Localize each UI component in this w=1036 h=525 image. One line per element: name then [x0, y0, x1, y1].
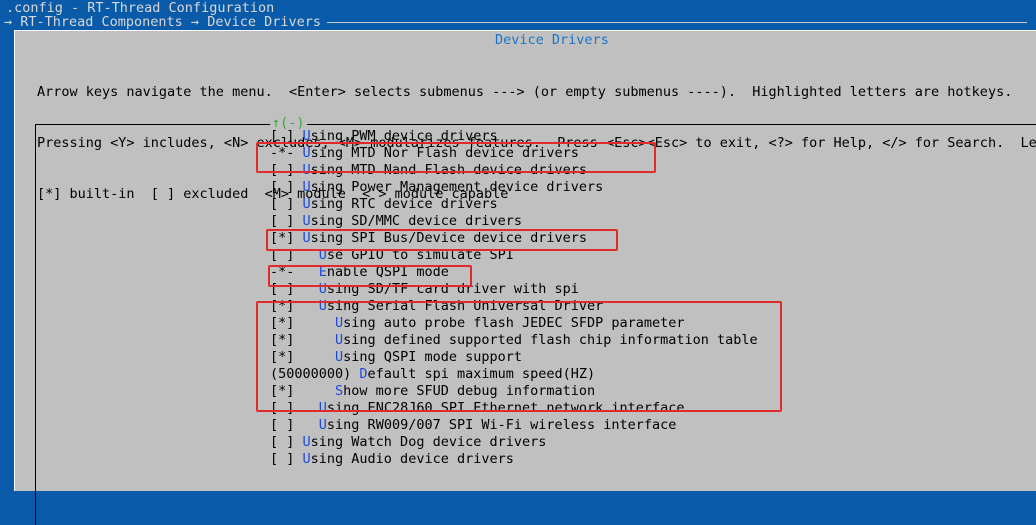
panel-title: Device Drivers: [489, 32, 615, 49]
menu-item[interactable]: -*- Enable QSPI mode: [270, 264, 758, 281]
menu-item-label: sing RW009/007 SPI Wi-Fi wireless interf…: [326, 417, 677, 433]
menu-item-label: se GPIO to simulate SPI: [326, 247, 514, 263]
menu-item-state[interactable]: [*]: [270, 383, 335, 400]
menu-item-state[interactable]: [*]: [270, 332, 335, 349]
menu-item-label: sing PWM device drivers: [310, 128, 498, 144]
menu-item-hotkey: U: [318, 247, 327, 263]
menu-item[interactable]: [ ] Using SD/TF card driver with spi: [270, 281, 758, 298]
menu-item-label: sing SD/TF card driver with spi: [326, 281, 579, 297]
menu-item-state[interactable]: [ ]: [270, 400, 319, 417]
menu-item-hotkey: U: [335, 349, 344, 365]
menu-item-label: how more SFUD debug information: [343, 383, 596, 399]
menu-item-state[interactable]: [*]: [270, 298, 319, 315]
menu-item-hotkey: U: [302, 230, 311, 246]
menu-item-state[interactable]: [ ]: [270, 247, 319, 264]
menu-item-label: sing Audio device drivers: [310, 451, 514, 467]
menu-item-label: sing ENC28J60 SPI Ethernet network inter…: [326, 400, 685, 416]
menu-item[interactable]: [*] Show more SFUD debug information: [270, 383, 758, 400]
menu-item-label: sing SD/MMC device drivers: [310, 213, 522, 229]
menu-item-hotkey: U: [302, 451, 311, 467]
menu-item-hotkey: U: [318, 400, 327, 416]
menu-item-label: sing SPI Bus/Device device drivers: [310, 230, 587, 246]
menu-item-state[interactable]: [ ]: [270, 162, 303, 179]
menu-item-state[interactable]: [ ]: [270, 179, 303, 196]
menu-item-label: efault spi maximum speed(HZ): [367, 366, 596, 382]
menu-item[interactable]: [*] Using defined supported flash chip i…: [270, 332, 758, 349]
menu-item[interactable]: [ ] Using SD/MMC device drivers: [270, 213, 758, 230]
menu-item-label: sing Watch Dog device drivers: [310, 434, 547, 450]
menu-item-state[interactable]: [ ]: [270, 417, 319, 434]
menu-item-state[interactable]: [ ]: [270, 196, 303, 213]
menu-item[interactable]: [*] Using auto probe flash JEDEC SFDP pa…: [270, 315, 758, 332]
menu-item-hotkey: U: [318, 281, 327, 297]
menu-list: [ ] Using PWM device drivers -*- Using MT…: [270, 128, 758, 468]
menu-item-hotkey: U: [302, 213, 311, 229]
breadcrumb-rule: [326, 21, 1027, 23]
menu-item-state[interactable]: [ ]: [270, 281, 319, 298]
menu-item-label: sing MTD Nand Flash device drivers: [310, 162, 587, 178]
menu-item-hotkey: U: [318, 417, 327, 433]
menu-item[interactable]: [ ] Using RTC device drivers: [270, 196, 758, 213]
menu-item-hotkey: U: [335, 315, 344, 331]
menu-item-state[interactable]: (50000000): [270, 366, 359, 383]
menu-item-state[interactable]: [ ]: [270, 128, 303, 145]
menu-item[interactable]: [ ] Using Power Management device driver…: [270, 179, 758, 196]
menu-box: ↑(-) [ ] Using PWM device drivers -*- Usi…: [35, 115, 1036, 525]
menu-item-state[interactable]: [ ]: [270, 213, 303, 230]
menu-item[interactable]: [ ] Using MTD Nand Flash device drivers: [270, 162, 758, 179]
menu-item-hotkey: U: [302, 145, 311, 161]
menu-item-hotkey: U: [302, 179, 311, 195]
menu-item[interactable]: [ ] Use GPIO to simulate SPI: [270, 247, 758, 264]
menu-item-label: sing QSPI mode support: [343, 349, 522, 365]
menu-item-state[interactable]: -*-: [270, 145, 303, 162]
menu-item-hotkey: U: [302, 434, 311, 450]
menu-item-hotkey: E: [318, 264, 327, 280]
menu-item[interactable]: [ ] Using PWM device drivers: [270, 128, 758, 145]
menu-item-label: nable QSPI mode: [326, 264, 449, 280]
menu-item[interactable]: [ ] Using Watch Dog device drivers: [270, 434, 758, 451]
menu-item-label: sing MTD Nor Flash device drivers: [310, 145, 579, 161]
menu-item-state[interactable]: [ ]: [270, 451, 303, 468]
menu-item[interactable]: (50000000) Default spi maximum speed(HZ): [270, 366, 758, 383]
menu-item-label: sing auto probe flash JEDEC SFDP paramet…: [343, 315, 685, 331]
menu-item-hotkey: U: [335, 332, 344, 348]
menu-item[interactable]: [*] Using Serial Flash Universal Driver: [270, 298, 758, 315]
menu-item[interactable]: -*- Using MTD Nor Flash device drivers: [270, 145, 758, 162]
menu-item-label: sing RTC device drivers: [310, 196, 498, 212]
menu-item-label: sing defined supported flash chip inform…: [343, 332, 758, 348]
menu-item-state[interactable]: [*]: [270, 349, 335, 366]
menu-item-hotkey: U: [318, 298, 327, 314]
menu-item-label: sing Serial Flash Universal Driver: [326, 298, 604, 314]
breadcrumb-text: → RT-Thread Components → Device Drivers: [4, 14, 321, 30]
menu-item[interactable]: [ ] Using ENC28J60 SPI Ethernet network …: [270, 400, 758, 417]
breadcrumb: → RT-Thread Components → Device Drivers: [0, 14, 1036, 31]
menu-item-state[interactable]: [*]: [270, 230, 303, 247]
menu-item-state[interactable]: [*]: [270, 315, 335, 332]
menu-item-state[interactable]: -*-: [270, 264, 319, 281]
menu-item[interactable]: [*] Using SPI Bus/Device device drivers: [270, 230, 758, 247]
help-line-1: Arrow keys navigate the menu. <Enter> se…: [37, 84, 1013, 100]
menu-item-state[interactable]: [ ]: [270, 434, 303, 451]
menu-item-hotkey: S: [335, 383, 344, 399]
menu-item-hotkey: U: [302, 196, 311, 212]
menu-item[interactable]: [*] Using QSPI mode support: [270, 349, 758, 366]
menu-item-hotkey: D: [359, 366, 368, 382]
menu-item[interactable]: [ ] Using RW009/007 SPI Wi-Fi wireless i…: [270, 417, 758, 434]
menu-item-hotkey: U: [302, 162, 311, 178]
menu-item[interactable]: [ ] Using Audio device drivers: [270, 451, 758, 468]
config-panel: Device Drivers Arrow keys navigate the m…: [14, 30, 1036, 525]
menu-item-label: sing Power Management device drivers: [310, 179, 604, 195]
menu-item-hotkey: U: [302, 128, 311, 144]
